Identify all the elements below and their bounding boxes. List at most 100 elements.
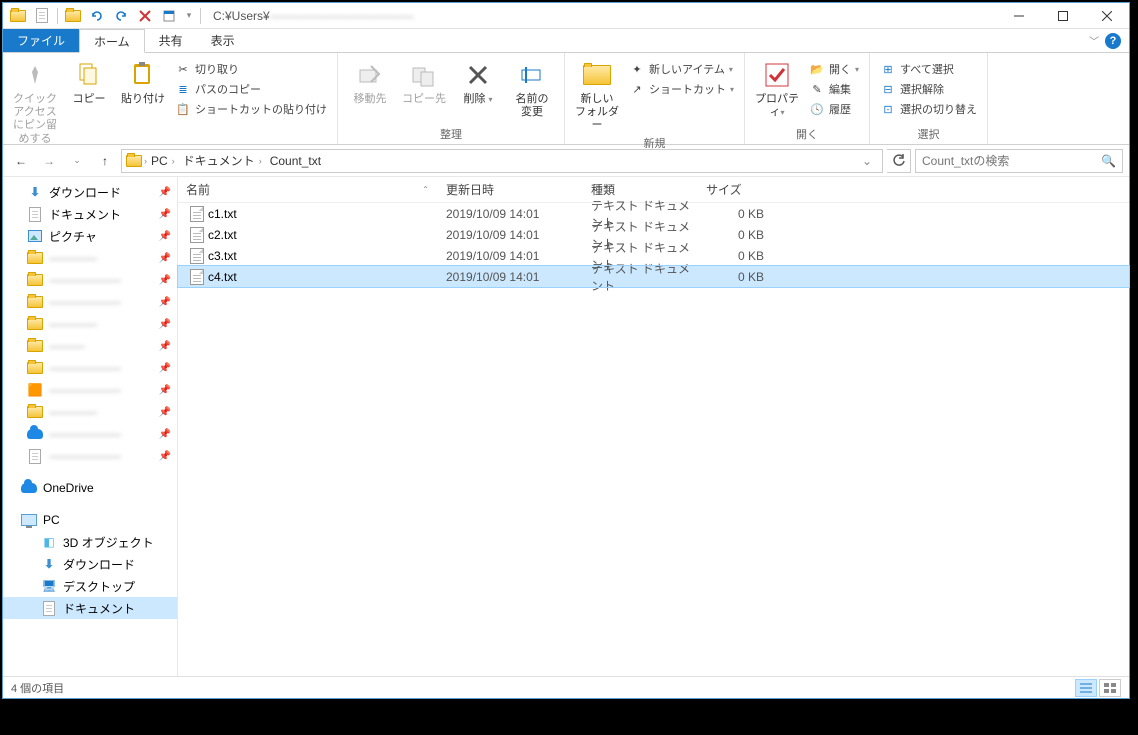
copy-path-button[interactable]: ≣パスのコピー [171, 79, 331, 99]
tree-item-blur8[interactable]: ――――📌 [3, 401, 177, 423]
tree-item-blur3[interactable]: ――――――📌 [3, 291, 177, 313]
selectnone-icon: ⊟ [880, 81, 896, 97]
new-folder-button[interactable]: 新しい フォルダー [571, 55, 623, 133]
file-date: 2019/10/09 14:01 [438, 249, 583, 263]
rename-icon [516, 59, 548, 91]
properties-button[interactable]: プロパティ▾ [751, 55, 803, 119]
folder-icon [27, 250, 43, 266]
desktop-icon: 🖥 [41, 578, 57, 594]
help-icon[interactable]: ? [1105, 33, 1121, 49]
picture-icon [27, 228, 43, 244]
minimize-button[interactable] [997, 3, 1041, 29]
tree-pictures[interactable]: ピクチャ📌 [3, 225, 177, 247]
ribbon: クイック アクセス にピン留めする コピー 貼り付け ✂切り取り ≣パスのコピー… [3, 53, 1129, 145]
paste-button[interactable]: 貼り付け [117, 55, 169, 106]
tree-pc[interactable]: PC [3, 509, 177, 531]
tree-onedrive[interactable]: OneDrive [3, 477, 177, 499]
file-size: 0 KB [698, 270, 772, 284]
status-bar: 4 個の項目 [3, 676, 1129, 698]
tree-documents[interactable]: ドキュメント📌 [3, 203, 177, 225]
tree-item-blur10[interactable]: ――――――📌 [3, 445, 177, 467]
doc-icon[interactable] [31, 5, 53, 27]
redo-icon[interactable] [110, 5, 132, 27]
copyto-button[interactable]: コピー先 [398, 55, 450, 106]
window-controls [997, 3, 1129, 29]
maximize-button[interactable] [1041, 3, 1085, 29]
pin-quickaccess-button[interactable]: クイック アクセス にピン留めする [9, 55, 61, 146]
new-item-button[interactable]: ✦新しいアイテム ▾ [625, 59, 738, 79]
breadcrumb[interactable]: › PC› ドキュメント› Count_txt ⌄ [121, 149, 883, 173]
history-button[interactable]: 🕓履歴 [805, 99, 863, 119]
invert-selection-button[interactable]: ⊡選択の切り替え [876, 99, 981, 119]
new-folder-icon[interactable] [62, 5, 84, 27]
folder-icon[interactable] [7, 5, 29, 27]
select-all-button[interactable]: ⊞すべて選択 [876, 59, 981, 79]
tree-item-blur2[interactable]: ――――――📌 [3, 269, 177, 291]
tree-item-blur4[interactable]: ――――📌 [3, 313, 177, 335]
copyto-icon [408, 59, 440, 91]
ribbon-group-select: ⊞すべて選択 ⊟選択解除 ⊡選択の切り替え 選択 [870, 53, 988, 144]
shortcut-icon: 📋 [175, 101, 191, 117]
rename-button[interactable]: 名前の 変更 [506, 55, 558, 119]
col-name[interactable]: 名前⌃ [178, 177, 438, 202]
view-icons-button[interactable] [1099, 679, 1121, 697]
open-button[interactable]: 📂開く ▾ [805, 59, 863, 79]
forward-button[interactable]: → [37, 149, 61, 173]
check-icon [761, 59, 793, 91]
moveto-icon [354, 59, 386, 91]
pin-icon: 📌 [159, 209, 171, 220]
tab-file[interactable]: ファイル [3, 29, 79, 52]
copy-button[interactable]: コピー [63, 55, 115, 106]
status-text: 4 個の項目 [11, 680, 64, 696]
delete-icon[interactable] [134, 5, 156, 27]
search-input[interactable] [922, 154, 1101, 168]
tree-item-blur5[interactable]: ―――📌 [3, 335, 177, 357]
tree-3d-objects[interactable]: ◧3D オブジェクト [3, 531, 177, 553]
bc-pc[interactable]: PC› [147, 154, 179, 168]
edit-button[interactable]: ✎編集 [805, 79, 863, 99]
tree-pc-downloads[interactable]: ⬇ダウンロード [3, 553, 177, 575]
recent-dropdown[interactable]: ⌄ [65, 149, 89, 173]
bc-dropdown-icon[interactable]: ⌄ [854, 154, 880, 168]
collapse-ribbon-icon[interactable]: ﹀ [1089, 33, 1099, 48]
col-size[interactable]: サイズ [698, 177, 772, 202]
folder-icon [27, 316, 43, 332]
tab-view[interactable]: 表示 [197, 29, 249, 52]
file-name: c1.txt [208, 207, 237, 221]
ribbon-group-open: プロパティ▾ 📂開く ▾ ✎編集 🕓履歴 開く [745, 53, 870, 144]
undo-icon[interactable] [86, 5, 108, 27]
tree-item-blur6[interactable]: ――――――📌 [3, 357, 177, 379]
file-row[interactable]: c4.txt2019/10/09 14:01テキスト ドキュメント0 KB [178, 266, 1129, 287]
nav-tree[interactable]: ⬇ダウンロード📌 ドキュメント📌 ピクチャ📌 ――――📌 ――――――📌 ―――… [3, 177, 178, 676]
file-type: テキスト ドキュメント [583, 260, 698, 294]
tree-downloads[interactable]: ⬇ダウンロード📌 [3, 181, 177, 203]
new-shortcut-button[interactable]: ↗ショートカット ▾ [625, 79, 738, 99]
refresh-button[interactable] [887, 149, 911, 173]
tree-item-blur9[interactable]: ――――――📌 [3, 423, 177, 445]
view-details-button[interactable] [1075, 679, 1097, 697]
bc-documents[interactable]: ドキュメント› [179, 152, 266, 169]
search-box[interactable]: 🔍 [915, 149, 1123, 173]
close-button[interactable] [1085, 3, 1129, 29]
tree-item-blur1[interactable]: ――――📌 [3, 247, 177, 269]
tab-home[interactable]: ホーム [79, 29, 145, 53]
moveto-button[interactable]: 移動先 [344, 55, 396, 106]
properties-icon[interactable] [158, 5, 180, 27]
tree-desktop[interactable]: 🖥デスクトップ [3, 575, 177, 597]
tree-item-blur7[interactable]: 🟧――――――📌 [3, 379, 177, 401]
qat-dropdown-icon[interactable]: ▾ [182, 5, 196, 27]
txt-file-icon [190, 248, 204, 264]
window-title: C:¥Users¥―――――――――――― [207, 9, 997, 23]
history-icon: 🕓 [809, 101, 825, 117]
back-button[interactable]: ← [9, 149, 33, 173]
select-none-button[interactable]: ⊟選択解除 [876, 79, 981, 99]
tab-share[interactable]: 共有 [145, 29, 197, 52]
col-date[interactable]: 更新日時 [438, 177, 583, 202]
paste-shortcut-button[interactable]: 📋ショートカットの貼り付け [171, 99, 331, 119]
tree-pc-documents[interactable]: ドキュメント [3, 597, 177, 619]
delete-button[interactable]: 削除 ▾ [452, 55, 504, 106]
up-button[interactable]: ↑ [93, 149, 117, 173]
body: ⬇ダウンロード📌 ドキュメント📌 ピクチャ📌 ――――📌 ――――――📌 ―――… [3, 177, 1129, 676]
cut-button[interactable]: ✂切り取り [171, 59, 331, 79]
bc-count-txt[interactable]: Count_txt [266, 154, 325, 168]
